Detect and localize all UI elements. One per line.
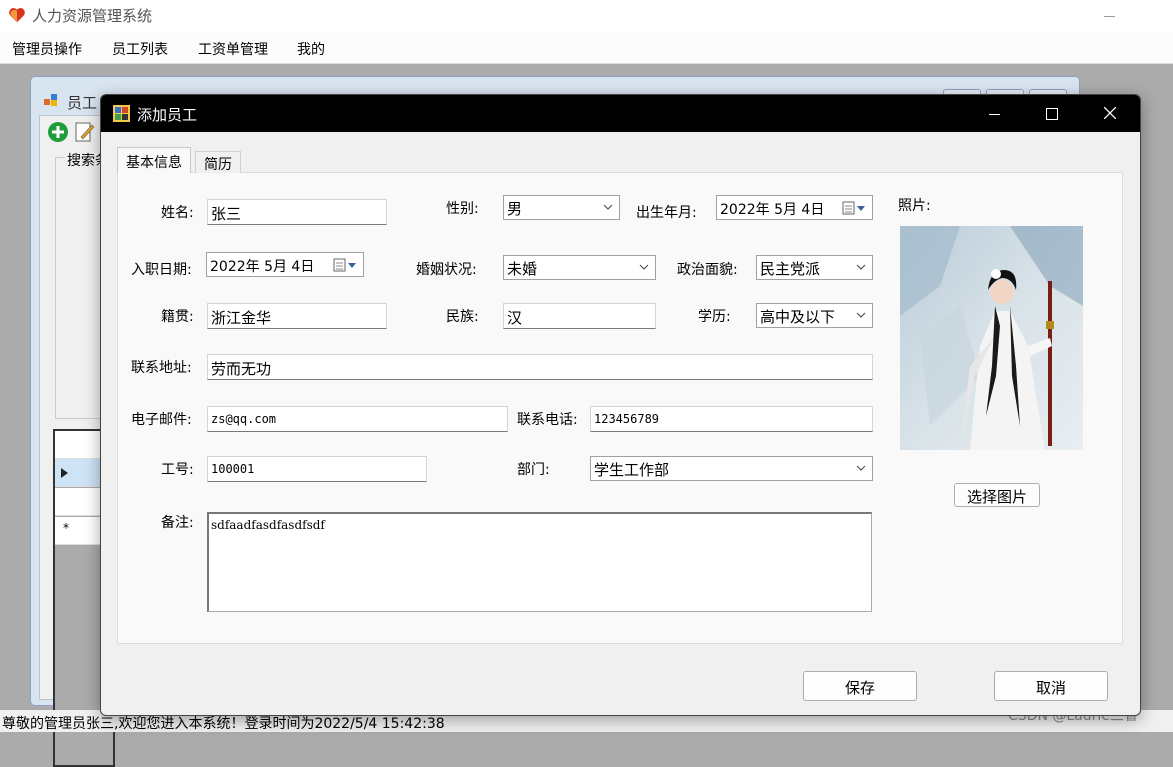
native-place-input[interactable]: 浙江金华 — [207, 303, 387, 329]
dialog-maximize-button[interactable] — [1023, 95, 1081, 132]
calendar-icon — [333, 258, 356, 272]
employee-id-label: 工号: — [161, 462, 194, 478]
menu-admin[interactable]: 管理员操作 — [12, 39, 82, 59]
minimize-button[interactable] — [1092, 4, 1126, 28]
marital-select[interactable]: 未婚 — [503, 255, 656, 280]
main-titlebar: 人力资源管理系统 — [0, 0, 1173, 32]
department-label: 部门: — [517, 462, 550, 478]
tab-basic-info[interactable]: 基本信息 — [117, 147, 191, 173]
birth-value: 2022年 5月 4日 — [720, 202, 825, 218]
birth-date-picker[interactable]: 2022年 5月 4日 — [716, 195, 873, 220]
marital-label: 婚姻状况: — [416, 262, 477, 278]
ethnicity-label: 民族: — [446, 309, 479, 325]
window-icon — [113, 105, 130, 122]
name-label: 姓名: — [161, 205, 194, 221]
marital-value: 未婚 — [507, 260, 538, 278]
menu-mine[interactable]: 我的 — [297, 39, 325, 59]
gender-select[interactable]: 男 — [503, 195, 620, 220]
save-button[interactable]: 保存 — [803, 671, 917, 701]
window-icon — [44, 94, 57, 106]
notes-label: 备注: — [161, 515, 194, 531]
add-icon[interactable] — [47, 121, 69, 143]
chevron-down-icon — [856, 465, 866, 471]
close-icon — [1104, 107, 1116, 119]
ethnicity-input[interactable]: 汉 — [503, 303, 656, 329]
photo-label: 照片: — [898, 198, 931, 214]
cancel-button[interactable]: 取消 — [994, 671, 1108, 701]
status-text: 尊敬的管理员张三,欢迎您进入本系统！登录时间为2022/5/4 15:42:38 — [2, 716, 445, 732]
political-label: 政治面貌: — [677, 262, 738, 278]
birth-label: 出生年月: — [636, 205, 697, 221]
dialog-titlebar: 添加员工 — [101, 95, 1140, 132]
address-input[interactable]: 劳而无功 — [207, 354, 873, 380]
hire-date-picker[interactable]: 2022年 5月 4日 — [206, 252, 364, 277]
email-input[interactable]: zs@qq.com — [207, 406, 508, 432]
chevron-down-icon — [856, 264, 866, 270]
department-value: 学生工作部 — [594, 461, 670, 479]
political-value: 民主党派 — [760, 260, 821, 278]
notes-textarea[interactable]: sdfaadfasdfasdfsdf — [207, 512, 872, 612]
education-label: 学历: — [698, 309, 731, 325]
chevron-down-icon — [639, 264, 649, 270]
dialog-minimize-button[interactable] — [965, 95, 1023, 132]
native-place-label: 籍贯: — [161, 309, 194, 325]
phone-label: 联系电话: — [517, 412, 578, 428]
political-select[interactable]: 民主党派 — [756, 255, 873, 280]
employee-photo — [900, 226, 1083, 450]
email-label: 电子邮件: — [131, 412, 192, 428]
app-title: 人力资源管理系统 — [32, 7, 153, 25]
edit-icon[interactable] — [75, 121, 95, 143]
tab-resume[interactable]: 简历 — [195, 151, 241, 173]
education-select[interactable]: 高中及以下 — [756, 303, 873, 328]
hire-date-label: 入职日期: — [131, 262, 192, 278]
window-title: 员工 — [67, 94, 98, 112]
heart-icon — [9, 8, 25, 23]
education-value: 高中及以下 — [760, 308, 836, 326]
dialog-title: 添加员工 — [137, 106, 198, 124]
row-pointer-icon — [61, 468, 68, 478]
menu-bar: 管理员操作 员工列表 工资单管理 我的 — [0, 32, 1173, 64]
employee-id-input[interactable]: 100001 — [207, 456, 427, 482]
dialog-close-button[interactable] — [1081, 95, 1139, 132]
chevron-down-icon — [856, 312, 866, 318]
new-row-icon: * — [63, 521, 69, 535]
calendar-icon — [842, 201, 865, 215]
menu-employee-list[interactable]: 员工列表 — [112, 39, 168, 59]
hire-date-value: 2022年 5月 4日 — [210, 259, 315, 275]
department-select[interactable]: 学生工作部 — [590, 456, 873, 481]
menu-payroll[interactable]: 工资单管理 — [198, 39, 268, 59]
add-employee-dialog: 添加员工 基本信息 简历 姓名: 张三 性别: 男 出生年月: 2022年 5月… — [100, 94, 1141, 716]
address-label: 联系地址: — [131, 360, 192, 376]
phone-input[interactable]: 123456789 — [590, 406, 873, 432]
name-input[interactable]: 张三 — [207, 199, 387, 225]
gender-label: 性别: — [446, 201, 479, 217]
gender-value: 男 — [507, 200, 523, 218]
chevron-down-icon — [603, 204, 613, 210]
select-photo-button[interactable]: 选择图片 — [954, 483, 1040, 507]
